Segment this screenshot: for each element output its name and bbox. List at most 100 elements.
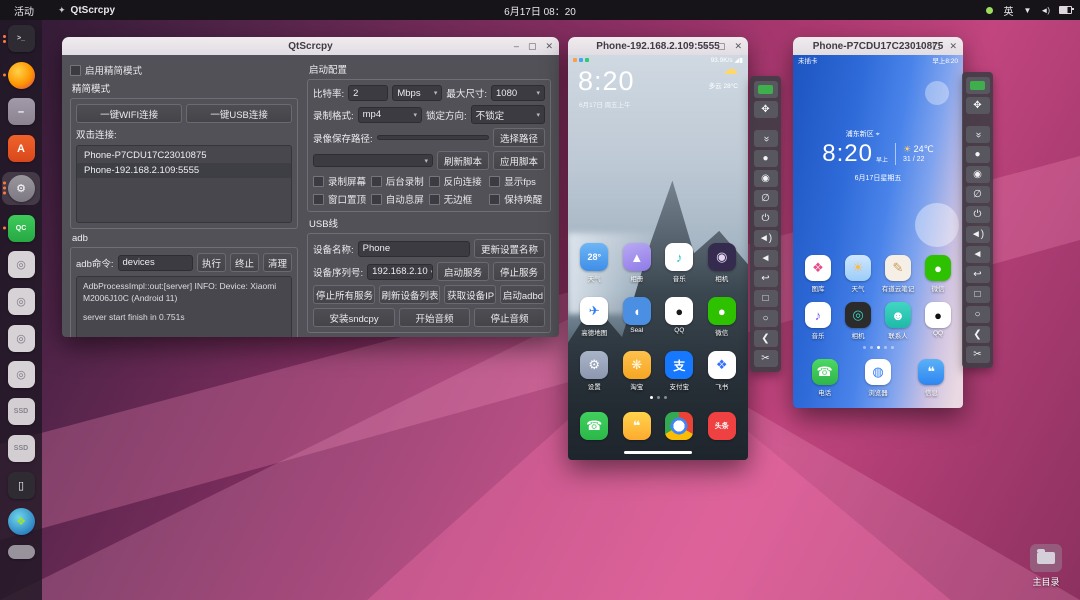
app-gallery[interactable]: ▲ 相册 xyxy=(617,243,657,283)
screenshot-button[interactable]: ✂ xyxy=(753,350,778,367)
app-weather[interactable]: ☀ 天气 xyxy=(838,255,878,293)
close-button[interactable]: ✕ xyxy=(545,41,553,52)
phone2-titlebar[interactable]: Phone-P7CDU17C23010875 – ▢ ✕ xyxy=(793,37,963,55)
clock-menu[interactable]: 6月17日 08：20 xyxy=(504,3,576,18)
device-list[interactable]: Phone-P7CDU17C23010875 Phone-192.168.2.10… xyxy=(76,145,292,223)
menu-button[interactable]: ↩ xyxy=(965,266,990,283)
maximize-button[interactable]: ▢ xyxy=(932,41,941,52)
collapse-button[interactable]: » xyxy=(965,126,990,143)
dock-item-globe-app[interactable]: ❖ xyxy=(2,508,40,536)
screen-on-button[interactable]: ◉ xyxy=(965,166,990,183)
home-button[interactable]: ○ xyxy=(965,306,990,323)
option-checkbox-6[interactable]: 自动息屏 xyxy=(370,192,427,206)
bitrate-input[interactable]: 2 xyxy=(348,85,389,101)
app-switch-button[interactable]: □ xyxy=(753,290,778,307)
dock-item-phone-device[interactable]: ▯ xyxy=(2,471,40,499)
screen-on-button[interactable]: ◉ xyxy=(753,170,778,187)
dock-item-disk-utility-1[interactable]: ◎ xyxy=(2,251,40,279)
close-button[interactable]: ✕ xyxy=(734,41,742,52)
app-contacts[interactable]: ☻ 联系人 xyxy=(878,302,918,340)
maximize-button[interactable]: ▢ xyxy=(717,41,726,52)
start-service-button[interactable]: 启动服务 xyxy=(436,262,489,281)
record-path-input[interactable] xyxy=(376,135,489,140)
app-phone-call[interactable]: ☎ 电话 xyxy=(805,359,845,397)
dock-item-show-applications[interactable] xyxy=(2,569,40,596)
phone2-screen[interactable]: 未插卡 早上8:20 浦东新区 ⌖ 8:20 早上 ☀ 24℃ 31 / 22 … xyxy=(793,55,963,408)
stop-all-services-button[interactable]: 停止所有服务 xyxy=(313,285,375,304)
app-alipay[interactable]: 支支付宝 xyxy=(659,351,699,391)
app-feishu[interactable]: ❖ 飞书 xyxy=(702,351,742,391)
terminate-button[interactable]: 终止 xyxy=(229,253,259,272)
fullscreen-button[interactable]: ✥ xyxy=(753,101,778,118)
input-method-indicator[interactable]: 英 xyxy=(1003,3,1013,18)
volume-up-button[interactable]: ◄) xyxy=(965,226,990,243)
update-name-button[interactable]: 更新设置名称 xyxy=(473,239,545,258)
dock-item-terminal[interactable]: >_ xyxy=(2,25,40,52)
app-wechat[interactable]: ● 微信 xyxy=(702,297,742,337)
fullscreen-button[interactable]: ✥ xyxy=(965,97,990,114)
bitrate-unit-select[interactable]: Mbps ▾ xyxy=(392,85,443,101)
close-button[interactable]: ✕ xyxy=(949,41,957,52)
dock-item-ubuntu-software[interactable]: A xyxy=(2,135,40,163)
device-name-input[interactable]: Phone xyxy=(357,240,470,257)
screen-off-button[interactable]: ∅ xyxy=(753,190,778,207)
refresh-device-list-button[interactable]: 刷新设备列表 xyxy=(378,285,441,304)
start-audio-button[interactable]: 开始音频 xyxy=(399,308,471,327)
maximize-button[interactable]: ▢ xyxy=(528,41,537,52)
app-music[interactable]: ♪ 音乐 xyxy=(798,302,838,340)
execute-button[interactable]: 执行 xyxy=(196,253,226,272)
device-list-item[interactable]: Phone-192.168.2.109:5555 xyxy=(77,163,291,178)
app-chrome[interactable] xyxy=(659,412,699,440)
volume-down-button[interactable]: ◄ xyxy=(753,250,778,267)
app-browser[interactable]: ◍ 浏览器 xyxy=(858,359,898,397)
home-clock-widget[interactable]: 8:20 早上 ☀ 24℃ 31 / 22 xyxy=(793,140,963,168)
menu-button[interactable]: ↩ xyxy=(753,270,778,287)
lock-orientation-select[interactable]: 不锁定 ▾ xyxy=(470,105,545,124)
dock-item-disk-utility-2[interactable]: ◎ xyxy=(2,288,40,316)
app-seal[interactable]: ◖ Seal xyxy=(617,297,657,337)
app-messaging[interactable]: ❝ 信息 xyxy=(911,359,951,397)
start-adbd-button[interactable]: 启动adbd xyxy=(499,285,545,304)
dock-item-files[interactable]: – xyxy=(2,98,40,126)
phone1-titlebar[interactable]: Phone-192.168.2.109:5555 – ▢ ✕ xyxy=(568,37,748,55)
app-settings[interactable]: ⚙ 设置 xyxy=(574,351,614,391)
app-messages[interactable]: ❝ xyxy=(617,412,657,440)
serial-select[interactable]: 192.168.2.10▾ xyxy=(367,263,433,280)
app-phone-call[interactable]: ☎ xyxy=(574,412,614,440)
touch-button[interactable]: ● xyxy=(965,146,990,163)
back-button[interactable]: ❮ xyxy=(753,330,778,347)
screen-off-button[interactable]: ∅ xyxy=(965,186,990,203)
power-button[interactable]: ⏻ xyxy=(753,210,778,227)
app-youdao-notes[interactable]: ✎ 有道云笔记 xyxy=(878,255,918,293)
home-button[interactable]: ○ xyxy=(753,310,778,327)
option-checkbox-8[interactable]: 保持唤醒 xyxy=(489,192,545,206)
minimize-button[interactable]: – xyxy=(703,41,708,51)
collapse-button[interactable]: » xyxy=(753,130,778,147)
one-key-wifi-button[interactable]: 一键WIFI连接 xyxy=(76,104,183,123)
touch-button[interactable]: ● xyxy=(753,150,778,167)
minimize-button[interactable]: – xyxy=(918,41,923,51)
option-checkbox-7[interactable]: 无边框 xyxy=(428,192,488,206)
stop-service-button[interactable]: 停止服务 xyxy=(492,262,545,281)
dock-item-usb-drive[interactable] xyxy=(2,545,40,560)
record-format-select[interactable]: mp4 ▾ xyxy=(357,106,422,123)
option-checkbox-5[interactable]: 窗口置顶 xyxy=(313,192,369,206)
apply-script-button[interactable]: 应用脚本 xyxy=(492,151,545,170)
focused-app-menu[interactable]: ✦ QtScrcpy xyxy=(54,5,119,16)
dock-item-firefox[interactable] xyxy=(2,61,40,89)
option-checkbox-4[interactable]: 显示fps xyxy=(489,174,545,188)
app-switch-button[interactable]: □ xyxy=(965,286,990,303)
stop-audio-button[interactable]: 停止音频 xyxy=(474,308,545,327)
adb-log-output[interactable]: AdbProcessImpl::out:[server] INFO: Devic… xyxy=(76,276,292,337)
app-qq[interactable]: ● QQ xyxy=(918,302,958,340)
app-wechat[interactable]: ● 微信 xyxy=(918,255,958,293)
install-sndcpy-button[interactable]: 安装sndcpy xyxy=(313,308,396,327)
app-qq[interactable]: ● QQ xyxy=(659,297,699,337)
phone1-screen[interactable]: 93.9K/s ◢▮ 8:20 6月17日 周五上午 ☁ 多云 28°C 28°… xyxy=(568,55,748,460)
option-checkbox-1[interactable]: 录制屏幕 xyxy=(313,174,369,188)
app-taobao[interactable]: ❋ 淘宝 xyxy=(617,351,657,391)
volume-up-button[interactable]: ◄) xyxy=(753,230,778,247)
home-directory-shortcut[interactable]: 主目录 xyxy=(1020,544,1072,588)
option-checkbox-2[interactable]: 后台录制 xyxy=(370,174,427,188)
adb-command-input[interactable]: devices xyxy=(117,254,193,271)
